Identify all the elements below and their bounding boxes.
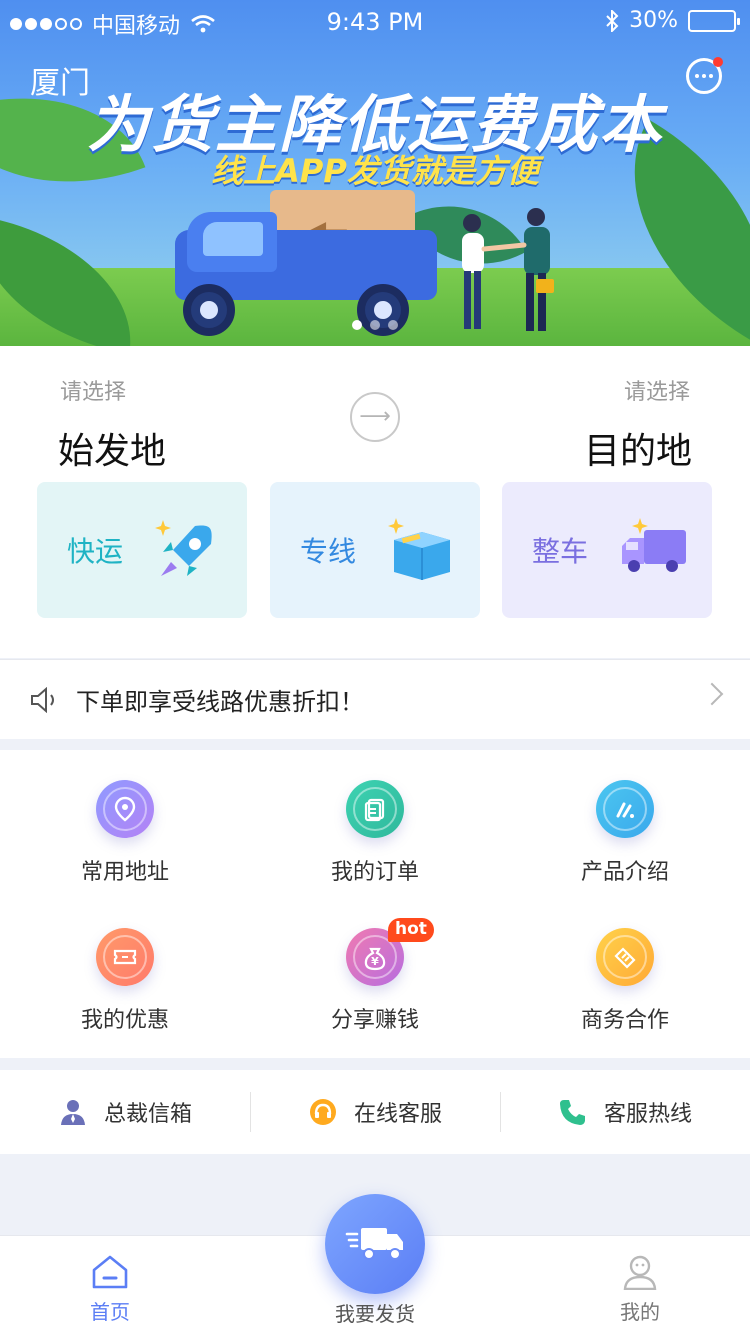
tab-home[interactable]: 首页 <box>50 1254 170 1325</box>
service-label: 整车 <box>532 535 589 568</box>
chevron-right-icon <box>700 682 724 706</box>
arrow-right-icon: ⟶ <box>359 404 391 429</box>
grid-item-label: 我的订单 <box>330 860 419 885</box>
grid-item-orders[interactable]: 我的订单 <box>250 750 500 900</box>
promo-notice[interactable]: 下单即享受线路优惠折扣！ <box>0 659 750 739</box>
carousel-indicator[interactable] <box>0 320 750 330</box>
headset-icon <box>308 1097 338 1127</box>
destination-selector[interactable]: 目的地 <box>584 422 692 474</box>
handshake-icon <box>596 928 654 986</box>
ticket-icon <box>96 928 154 986</box>
grid-item-share-earn[interactable]: ¥ hot 分享赚钱 <box>250 898 500 1048</box>
battery-icon <box>688 9 740 32</box>
grid-item-addresses[interactable]: 常用地址 <box>0 750 250 900</box>
service-full-truck[interactable]: 整车 <box>502 482 712 618</box>
tab-label: 我的 <box>620 1300 660 1324</box>
carousel-dot[interactable] <box>388 320 398 330</box>
ship-button[interactable] <box>325 1194 425 1294</box>
rocket-icon <box>155 520 212 576</box>
ceo-mailbox-link[interactable]: 总裁信箱 <box>0 1070 250 1154</box>
unread-dot <box>713 57 723 67</box>
origin-selector[interactable]: 始发地 <box>58 422 166 474</box>
carousel-dot[interactable] <box>370 320 380 330</box>
notice-text: 下单即享受线路优惠折扣！ <box>76 688 364 716</box>
box-icon <box>388 518 450 580</box>
banner[interactable]: ◀━ 中国移动 9:43 PM <box>0 0 750 346</box>
grid-item-label: 产品介绍 <box>580 860 669 885</box>
destination-hint: 请选择 <box>623 380 690 405</box>
service-label: 专线 <box>300 535 357 568</box>
carousel-dot[interactable] <box>352 320 362 330</box>
swap-route-button[interactable]: ⟶ <box>350 392 400 442</box>
contact-links: 总裁信箱 在线客服 客服热线 <box>0 1070 750 1154</box>
truck-icon <box>622 518 686 572</box>
grid-item-label: 我的优惠 <box>80 1008 169 1033</box>
document-icon <box>346 780 404 838</box>
grid-item-label: 商务合作 <box>580 1008 669 1033</box>
route-card: 请选择 始发地 ⟶ 请选择 目的地 快运 专线 整车 <box>0 346 750 658</box>
hotline-link[interactable]: 客服热线 <box>500 1070 750 1154</box>
grid-item-label: 分享赚钱 <box>330 1008 419 1033</box>
home-icon <box>92 1255 128 1289</box>
tab-mine[interactable]: 我的 <box>580 1254 700 1325</box>
service-label: 快运 <box>67 535 124 568</box>
profile-icon <box>623 1255 657 1290</box>
people-illustration <box>462 208 554 331</box>
online-service-link[interactable]: 在线客服 <box>250 1070 500 1154</box>
link-label: 在线客服 <box>353 1102 442 1127</box>
svg-text:¥: ¥ <box>371 955 379 968</box>
grid-item-coupons[interactable]: 我的优惠 <box>0 898 250 1048</box>
truck-illustration: ◀━ <box>175 190 445 336</box>
truck-window <box>203 222 263 256</box>
origin-hint: 请选择 <box>60 380 127 405</box>
service-dedicated-line[interactable]: 专线 <box>270 482 480 618</box>
location-icon <box>96 780 154 838</box>
ship-button-label[interactable]: 我要发货 <box>300 1298 450 1327</box>
link-label: 客服热线 <box>603 1102 692 1127</box>
bluetooth-icon <box>606 9 619 32</box>
grid-item-business[interactable]: 商务合作 <box>500 898 750 1048</box>
hot-badge: hot <box>388 918 434 942</box>
grid-item-products[interactable]: 产品介绍 <box>500 750 750 900</box>
info-icon <box>596 780 654 838</box>
battery-percent: 30% <box>629 8 678 33</box>
speaker-icon <box>31 686 54 713</box>
phone-icon <box>558 1097 588 1127</box>
link-label: 总裁信箱 <box>103 1102 192 1127</box>
tab-label: 首页 <box>90 1300 130 1324</box>
status-bar: 中国移动 9:43 PM 30% <box>0 0 750 40</box>
banner-subline: 线上APP发货就是方便 <box>211 152 539 190</box>
service-express[interactable]: 快运 <box>37 482 247 618</box>
truck-icon <box>345 1228 403 1260</box>
person-icon <box>58 1097 88 1127</box>
feature-grid: 常用地址 我的订单 产品介绍 我的优惠 ¥ hot 分享赚钱 商务合作 <box>0 750 750 1058</box>
grid-item-label: 常用地址 <box>80 860 169 885</box>
